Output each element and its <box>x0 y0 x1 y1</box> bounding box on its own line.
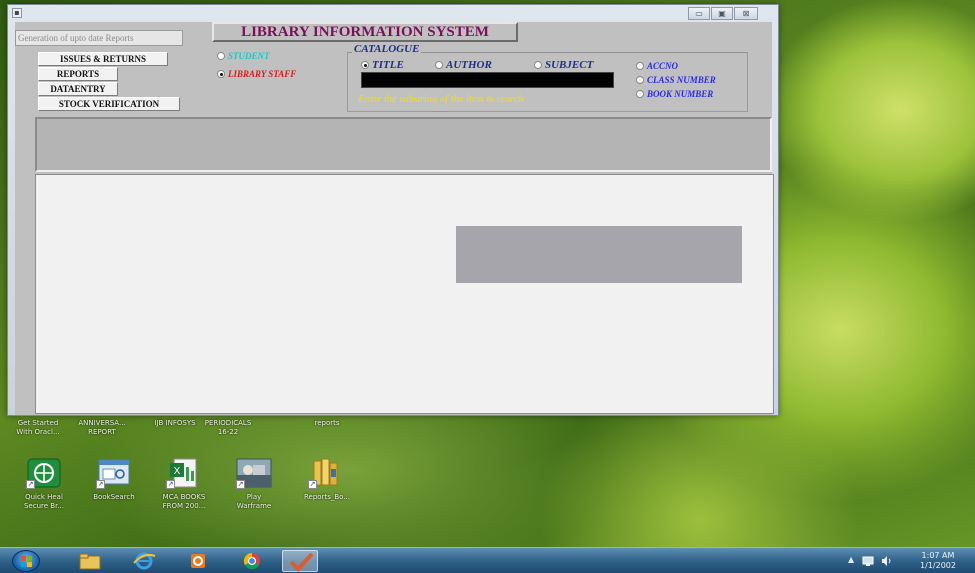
radio-dot[interactable] <box>534 61 542 69</box>
desktop-icon-label: BookSearch <box>84 493 144 502</box>
show-hidden-icons-arrow[interactable]: ▲ <box>848 555 854 564</box>
accno-radio[interactable]: ACCNO <box>636 61 678 71</box>
chrome-taskbar-button[interactable] <box>234 550 270 572</box>
title-radio[interactable]: TITLE <box>361 59 404 71</box>
desktop-label-periodicals[interactable]: PERIODICALS 16-22 <box>200 419 256 437</box>
radio-dot[interactable] <box>636 62 644 70</box>
library-app-taskbar-button[interactable] <box>282 550 318 572</box>
label-line: IJB INFOSYS <box>154 419 196 427</box>
library-staff-label: LIBRARY STAFF <box>228 69 297 79</box>
label-line: Warframe <box>236 502 272 510</box>
window-titlebar[interactable]: ▪ ▭ ▣ ⊠ <box>8 5 778 21</box>
shortcut-arrow-icon: ↗ <box>236 480 245 489</box>
desktop-label-reports[interactable]: reports <box>302 419 352 428</box>
minimize-button[interactable]: ▭ <box>688 7 710 20</box>
folder-icon[interactable]: ↗ <box>308 457 344 489</box>
svg-text:X: X <box>174 466 181 477</box>
shortcut-arrow-icon: ↗ <box>166 480 175 489</box>
label-line: Play <box>246 493 262 501</box>
accno-label: ACCNO <box>647 61 679 71</box>
book-number-radio[interactable]: BOOK NUMBER <box>636 89 713 99</box>
label-line: With Oracl... <box>16 428 60 436</box>
shortcut-arrow-icon: ↗ <box>308 480 317 489</box>
label-line: Quick Heal <box>25 493 63 501</box>
label-line: Reports_Bo... <box>304 493 350 501</box>
outlook-taskbar-button[interactable] <box>180 550 216 572</box>
app-title: LIBRARY INFORMATION SYSTEM <box>212 22 518 42</box>
catalogue-legend: CATALOGUE <box>352 43 422 55</box>
label-line: FROM 200... <box>162 502 206 510</box>
results-panel <box>35 174 774 414</box>
form-client-area: Generation of upto date Reports LIBRARY … <box>15 22 774 415</box>
class-number-label: CLASS NUMBER <box>647 75 716 85</box>
report-status-field[interactable]: Generation of upto date Reports <box>15 30 183 46</box>
desktop-label-oracle[interactable]: Get Started With Oracl... <box>12 419 64 437</box>
desktop-icon-label: Play Warframe <box>224 493 284 511</box>
radio-dot[interactable] <box>217 52 225 60</box>
checkmark-icon <box>289 552 314 572</box>
label-line: reports <box>314 419 340 427</box>
close-button[interactable]: ⊠ <box>734 7 758 20</box>
maximize-button[interactable]: ▣ <box>711 7 733 20</box>
catalogue-search-input[interactable] <box>361 72 614 88</box>
chrome-icon <box>243 552 260 570</box>
label-line: MCA BOOKS <box>162 493 206 501</box>
results-placeholder-block <box>456 226 742 283</box>
issues-returns-button[interactable]: ISSUES & RETURNS <box>38 52 168 66</box>
desktop-label-anniversary[interactable]: ANNIVERSA... REPORT <box>74 419 130 437</box>
student-label: STUDENT <box>228 51 270 61</box>
globe-icon[interactable]: ↗ <box>26 457 62 489</box>
radio-dot[interactable] <box>636 90 644 98</box>
desktop-icon-label: Quick Heal Secure Br... <box>14 493 74 511</box>
label-line: REPORT <box>88 428 116 436</box>
windows-logo-icon <box>21 556 32 567</box>
label-line: BookSearch <box>93 493 135 501</box>
network-icon[interactable] <box>862 554 874 566</box>
clock-date: 1/1/2002 <box>920 561 956 570</box>
class-number-radio[interactable]: CLASS NUMBER <box>636 75 748 85</box>
dataentry-button[interactable]: DATAENTRY <box>38 82 118 96</box>
volume-icon[interactable] <box>880 554 892 566</box>
internet-explorer-icon <box>133 552 156 570</box>
library-app-window: ▪ ▭ ▣ ⊠ Generation of upto date Reports … <box>7 4 779 416</box>
shortcut-arrow-icon: ↗ <box>96 480 105 489</box>
subject-option-label: SUBJECT <box>545 59 594 71</box>
window-icon[interactable]: ↗ <box>96 457 132 489</box>
radio-dot[interactable] <box>435 61 443 69</box>
author-option-label: AUTHOR <box>446 59 492 71</box>
clock-time: 1:07 AM <box>921 551 955 560</box>
app-icon: ▪ <box>12 8 22 18</box>
book-number-label: BOOK NUMBER <box>647 89 714 99</box>
library-staff-radio[interactable]: LIBRARY STAFF <box>217 69 296 79</box>
explorer-taskbar-button[interactable] <box>72 550 108 572</box>
student-radio[interactable]: STUDENT <box>217 51 270 61</box>
reports-button[interactable]: REPORTS <box>38 67 118 81</box>
subject-radio[interactable]: SUBJECT <box>534 59 593 71</box>
label-line: Secure Br... <box>23 502 64 510</box>
excel-icon[interactable]: X ↗ <box>166 457 202 489</box>
radio-dot-selected[interactable] <box>217 70 225 78</box>
label-line: Get Started <box>17 419 59 427</box>
stock-verification-button[interactable]: STOCK VERIFICATION <box>38 97 180 111</box>
desktop-icon-label: Reports_Bo... <box>296 493 358 502</box>
folder-icon <box>79 553 101 570</box>
taskbar: ▲ 1:07 AM 1/1/2002 <box>0 547 975 573</box>
radio-dot[interactable] <box>636 76 644 84</box>
search-hint: Enter the substring of the item to searc… <box>358 94 524 105</box>
ie-taskbar-button[interactable] <box>126 550 162 572</box>
shortcut-arrow-icon: ↗ <box>26 480 35 489</box>
desktop-label-ijb-infosys[interactable]: IJB INFOSYS <box>150 419 200 428</box>
status-panel <box>35 117 772 172</box>
title-option-label: TITLE <box>372 59 404 71</box>
game-icon[interactable]: ↗ <box>236 457 272 489</box>
start-button[interactable] <box>12 550 40 572</box>
author-radio[interactable]: AUTHOR <box>435 59 492 71</box>
label-line: ANNIVERSA... <box>78 419 126 427</box>
label-line: 16-22 <box>217 428 239 436</box>
system-clock[interactable]: 1:07 AM 1/1/2002 <box>908 551 968 571</box>
label-line: PERIODICALS <box>204 419 252 427</box>
radio-dot-selected[interactable] <box>361 61 369 69</box>
outlook-icon <box>191 554 205 568</box>
desktop-icon-label: MCA BOOKS FROM 200... <box>154 493 214 511</box>
